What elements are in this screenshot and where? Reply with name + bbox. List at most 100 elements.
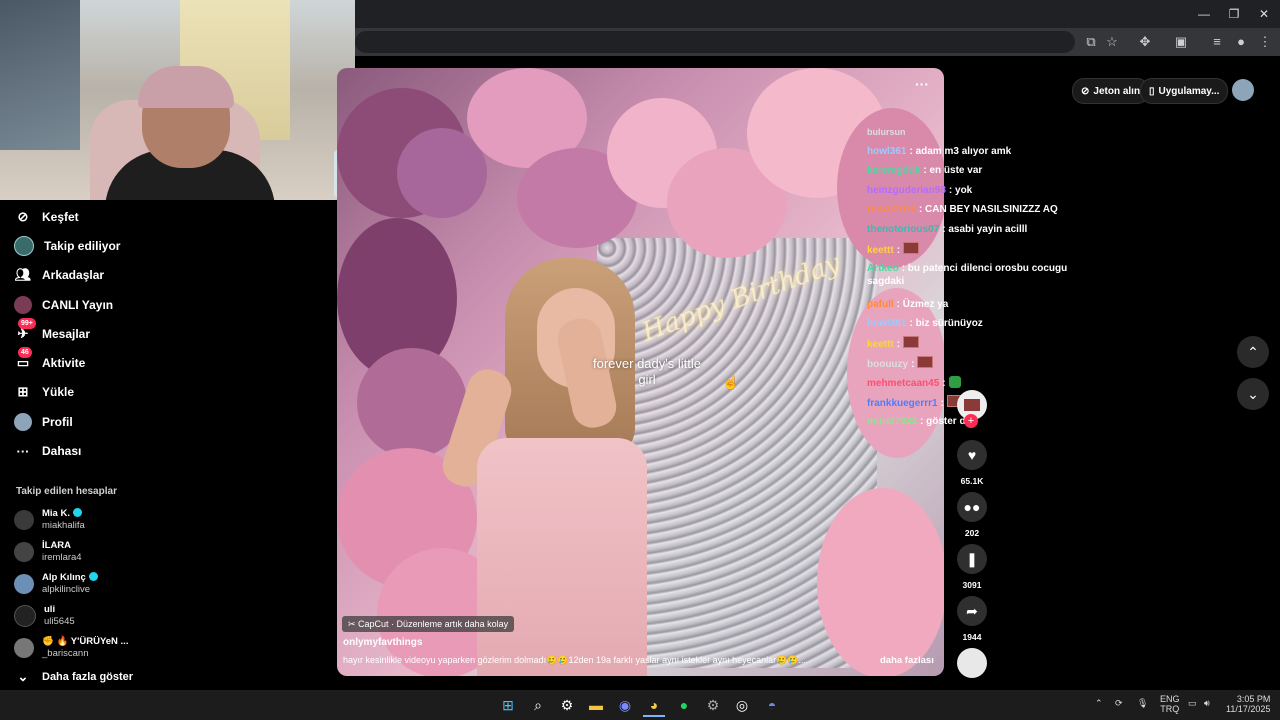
caption-see-more[interactable]: daha fazlası bbox=[880, 655, 934, 666]
get-coins-button[interactable]: ⊘ Jeton alın bbox=[1072, 78, 1150, 104]
menu-icon[interactable]: ⋮ bbox=[1256, 33, 1274, 51]
nav-mesajlar[interactable]: ✈ 99+ Mesajlar bbox=[14, 318, 91, 345]
capcut-icon: ✂ bbox=[348, 619, 359, 629]
next-video-button[interactable]: ⌄ bbox=[1237, 378, 1269, 410]
nav-profil[interactable]: Profil bbox=[14, 411, 73, 433]
clock-time: 3:05 PM bbox=[1236, 694, 1271, 704]
avatar bbox=[14, 605, 36, 627]
profile-icon bbox=[14, 413, 32, 431]
chat-username[interactable]: keremgduk bbox=[867, 165, 920, 176]
chat-message: frankkuegerrr1: bbox=[867, 395, 963, 410]
activity-badge: 46 bbox=[18, 347, 32, 358]
nav-canli-yayin[interactable]: CANLI Yayın bbox=[14, 294, 113, 316]
upload-icon: ⊞ bbox=[17, 384, 29, 399]
chat-username[interactable]: frankkuegerrr1 bbox=[867, 398, 938, 409]
follow-plus-icon[interactable]: + bbox=[964, 414, 978, 428]
followed-account[interactable]: Mia K. miakhalifa bbox=[14, 505, 85, 535]
clock[interactable]: 3:05 PM 11/17/2025 bbox=[1226, 694, 1270, 714]
chat-username[interactable]: howl361 bbox=[867, 146, 906, 157]
followed-account[interactable]: İLARA iremlara4 bbox=[14, 537, 82, 567]
close-button[interactable]: ✕ bbox=[1250, 4, 1278, 24]
steam-icon[interactable]: ⚙ bbox=[556, 695, 578, 715]
nav-label: Arkadaşlar bbox=[42, 268, 105, 282]
live-icon bbox=[14, 296, 32, 314]
show-more-accounts[interactable]: ⌄ Daha fazla göster bbox=[14, 666, 134, 688]
video-author[interactable]: onlymyfavthings bbox=[343, 637, 422, 648]
account-name: Mia K. bbox=[42, 508, 70, 519]
nav-label: Mesajlar bbox=[42, 327, 91, 341]
nav-dahasi[interactable]: ··· Dahası bbox=[14, 440, 82, 462]
share-count: 1944 bbox=[962, 632, 982, 642]
previous-video-button[interactable]: ⌃ bbox=[1237, 336, 1269, 368]
tray-sync-icon[interactable]: ⟳ bbox=[1115, 698, 1123, 709]
share-button[interactable]: ➦ bbox=[957, 596, 987, 626]
chat-message: howl361: biz sürünüyoz bbox=[867, 317, 983, 330]
user-avatar[interactable] bbox=[1232, 79, 1254, 101]
save-count: 3091 bbox=[962, 580, 982, 590]
video-more-button[interactable]: ··· bbox=[915, 76, 929, 92]
like-button[interactable]: ♥ bbox=[957, 440, 987, 470]
chat-username[interactable]: murat7933 bbox=[867, 416, 917, 427]
address-bar[interactable] bbox=[355, 31, 1075, 53]
chat-username[interactable]: pafull bbox=[867, 299, 894, 310]
show-more-label: Daha fazla göster bbox=[42, 671, 134, 683]
windows-icon[interactable]: ⊞ bbox=[497, 695, 519, 715]
chat-username[interactable]: remzizztrk bbox=[867, 204, 916, 215]
nav-yukle[interactable]: ⊞ Yükle bbox=[14, 381, 74, 403]
settings-icon[interactable]: ⚙ bbox=[702, 695, 724, 715]
app2-icon[interactable]: ◎ bbox=[731, 695, 753, 715]
files-icon[interactable]: ▬ bbox=[585, 695, 607, 715]
extensions-icon[interactable]: ✥ bbox=[1136, 33, 1154, 51]
sidebar-icon[interactable]: ▣ bbox=[1172, 33, 1190, 51]
language-indicator[interactable]: ENG TRQ bbox=[1160, 694, 1180, 714]
webcam-window bbox=[0, 0, 80, 150]
sound-avatar[interactable] bbox=[957, 648, 987, 678]
discord-icon[interactable]: ◓ bbox=[761, 695, 783, 715]
chat-username[interactable]: mehmetcaan45 bbox=[867, 378, 939, 389]
search-icon[interactable]: ⌕ bbox=[527, 695, 549, 715]
nav-label: Aktivite bbox=[42, 356, 86, 370]
nav-kesfet[interactable]: ⊘ Keşfet bbox=[14, 206, 79, 228]
nav-takip-ediliyor[interactable]: Takip ediliyor bbox=[14, 235, 120, 257]
followed-account[interactable]: ✊ 🔥 Y'ÜRÜYeN ... _bariscann bbox=[14, 633, 128, 663]
nav-arkadaslar[interactable]: 👥︎ Arkadaşlar bbox=[14, 264, 104, 286]
spotify-icon[interactable]: ● bbox=[673, 695, 695, 715]
chat-text: : biz sürünüyoz bbox=[909, 318, 983, 329]
chat-text: : bbox=[911, 359, 915, 370]
tray-chevron-icon[interactable]: ⌃ bbox=[1095, 698, 1103, 709]
maximize-button[interactable]: ❐ bbox=[1220, 4, 1248, 24]
capcut-banner[interactable]: ✂ CapCut · Düzenleme artık daha kolay bbox=[342, 616, 515, 632]
app-icon[interactable]: ◉ bbox=[614, 695, 636, 715]
followed-account[interactable]: uli uli5645 bbox=[14, 601, 75, 631]
chat-message: keettt: bbox=[867, 336, 920, 351]
chat-text: : asabi yayin acilll bbox=[942, 224, 1028, 235]
network-icon[interactable]: ▭ bbox=[1188, 698, 1197, 709]
avatar bbox=[14, 542, 34, 562]
chat-username[interactable]: heinzguderian98 bbox=[867, 185, 946, 196]
chat-username[interactable]: keettt bbox=[867, 245, 894, 256]
chat-username[interactable]: keettt bbox=[867, 339, 894, 350]
chat-username[interactable]: thenotorious07 bbox=[867, 224, 939, 235]
install-icon[interactable]: ⧉ bbox=[1082, 33, 1100, 51]
volume-icon[interactable]: 🔊︎ bbox=[1204, 698, 1210, 709]
profile-icon[interactable]: ● bbox=[1232, 33, 1250, 51]
chat-username[interactable]: boouuzy bbox=[867, 359, 908, 370]
comment-button[interactable]: ●● bbox=[957, 492, 987, 522]
nav-label: CANLI Yayın bbox=[42, 298, 114, 312]
get-app-button[interactable]: ▯ Uygulamay... bbox=[1140, 78, 1229, 104]
video-overlay-text: forever dady's little girl bbox=[593, 356, 701, 387]
save-button[interactable]: ❚ bbox=[957, 544, 987, 574]
minimize-button[interactable]: — bbox=[1190, 4, 1218, 24]
chrome-icon[interactable]: ◕ bbox=[643, 695, 665, 717]
chat-username[interactable]: howl361 bbox=[867, 318, 906, 329]
followed-account[interactable]: Alp Kılınç alpkilinclive bbox=[14, 569, 98, 599]
media-icon[interactable]: ≡ bbox=[1208, 33, 1226, 51]
chat-username[interactable]: Artkeo bbox=[867, 263, 899, 274]
nav-aktivite[interactable]: ▭ 46 Aktivite bbox=[14, 347, 86, 374]
verified-icon bbox=[72, 508, 82, 517]
microphone-icon[interactable]: 🎙︎ bbox=[1137, 698, 1148, 709]
chat-text: : CAN BEY NASILSINIZZZ AQ bbox=[918, 204, 1058, 215]
messages-icon: ✈ 99+ bbox=[14, 318, 36, 343]
video-player[interactable]: Happy Birthday forever dady's little gir… bbox=[337, 68, 944, 676]
star-icon[interactable]: ☆ bbox=[1103, 33, 1121, 51]
